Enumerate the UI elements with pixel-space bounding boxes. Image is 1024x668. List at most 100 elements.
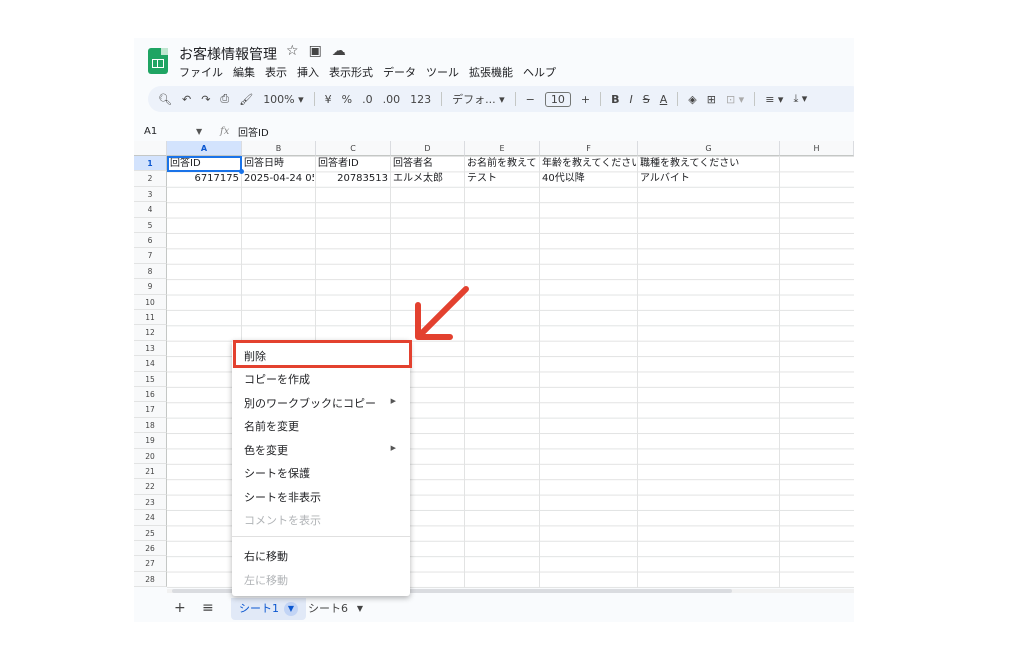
chevron-down-icon[interactable]: ▼ (284, 602, 298, 616)
cell-d2[interactable]: エルメ太郎 (393, 171, 463, 186)
chevron-down-icon[interactable]: ▼ (196, 127, 202, 136)
font-select[interactable]: デフォ... ▾ (452, 91, 505, 107)
add-sheet-icon[interactable]: + (174, 600, 186, 616)
row-header-4[interactable]: 4 (134, 202, 167, 218)
cell-d1[interactable]: 回答者名 (393, 156, 463, 171)
menu-file[interactable]: ファイル (179, 64, 223, 80)
paint-format-icon[interactable]: 🖌︎ (239, 93, 253, 106)
row-header-7[interactable]: 7 (134, 248, 167, 264)
cell-g1[interactable]: 職種を教えてください (640, 156, 778, 171)
menu-help[interactable]: ヘルプ (523, 64, 556, 80)
menu-format[interactable]: 表示形式 (329, 64, 373, 80)
column-header-e[interactable]: E (465, 141, 540, 156)
menu-item-move-right[interactable]: 右に移動 (244, 548, 404, 564)
zoom-select[interactable]: 100% ▾ (263, 93, 303, 106)
row-header-24[interactable]: 24 (134, 510, 167, 526)
cell-c1[interactable]: 回答者ID (318, 156, 389, 171)
menu-item-protect-sheet[interactable]: シートを保護 (244, 465, 404, 481)
strikethrough-button[interactable]: S (643, 93, 650, 106)
row-header-15[interactable]: 15 (134, 371, 167, 387)
formula-input[interactable]: 回答ID (238, 124, 269, 139)
search-icon[interactable]: 🔍︎ (158, 93, 172, 106)
row-header-27[interactable]: 27 (134, 556, 167, 572)
row-header-14[interactable]: 14 (134, 356, 167, 372)
select-all-corner[interactable] (134, 141, 167, 156)
row-header-16[interactable]: 16 (134, 387, 167, 403)
row-header-18[interactable]: 18 (134, 417, 167, 434)
increase-decimal-button[interactable]: .00 (383, 93, 401, 106)
menu-item-duplicate[interactable]: コピーを作成 (244, 371, 404, 387)
text-color-button[interactable]: A (660, 93, 668, 106)
document-title[interactable]: お客様情報管理 (179, 44, 277, 64)
row-header-8[interactable]: 8 (134, 263, 167, 280)
row-header-26[interactable]: 26 (134, 541, 167, 557)
star-icon[interactable]: ☆ (286, 43, 299, 59)
cloud-status-icon[interactable]: ☁ (332, 43, 346, 59)
cell-b2[interactable]: 2025-04-24 05:2 (244, 171, 314, 186)
column-header-a[interactable]: A (167, 141, 242, 156)
menu-item-change-color[interactable]: 色を変更 ▶ (244, 442, 404, 458)
fill-color-icon[interactable]: ◈ (688, 93, 696, 106)
row-header-25[interactable]: 25 (134, 525, 167, 541)
row-header-12[interactable]: 12 (134, 325, 167, 341)
row-header-22[interactable]: 22 (134, 479, 167, 495)
font-size-input[interactable]: 10 (544, 91, 571, 107)
bold-button[interactable]: B (611, 93, 619, 106)
borders-icon[interactable]: ⊞ (707, 93, 716, 106)
row-header-1[interactable]: 1 (134, 156, 167, 172)
all-sheets-icon[interactable]: ≡ (202, 600, 214, 616)
column-header-h[interactable]: H (780, 141, 854, 156)
cell-e2[interactable]: テスト (467, 171, 538, 186)
row-header-2[interactable]: 2 (134, 171, 167, 187)
merge-cells-icon[interactable]: ⊡ ▾ (726, 93, 744, 106)
menu-data[interactable]: データ (383, 64, 416, 80)
currency-button[interactable]: ¥ (325, 93, 332, 106)
italic-button[interactable]: I (629, 93, 632, 106)
menu-extensions[interactable]: 拡張機能 (469, 64, 513, 80)
sheet-tab-6[interactable]: シート6 ▼ (300, 598, 375, 620)
sheets-logo-icon[interactable] (148, 48, 168, 74)
cell-f1[interactable]: 年齢を教えてください (542, 156, 636, 171)
menu-item-rename[interactable]: 名前を変更 (244, 418, 404, 434)
menu-edit[interactable]: 編集 (233, 64, 255, 80)
cell-g2[interactable]: アルバイト (640, 171, 778, 186)
row-header-19[interactable]: 19 (134, 433, 167, 449)
vertical-align-icon[interactable]: ⤓ ▾ (793, 92, 807, 106)
row-header-9[interactable]: 9 (134, 279, 167, 295)
menu-item-copy-to[interactable]: 別のワークブックにコピー ▶ (244, 395, 404, 411)
row-header-11[interactable]: 11 (134, 310, 167, 326)
column-header-g[interactable]: G (638, 141, 780, 156)
row-header-5[interactable]: 5 (134, 217, 167, 233)
number-format-button[interactable]: 123 (410, 93, 431, 106)
name-box[interactable]: A1 (144, 126, 157, 137)
row-header-13[interactable]: 13 (134, 340, 167, 357)
menu-item-hide-sheet[interactable]: シートを非表示 (244, 489, 404, 505)
chevron-down-icon[interactable]: ▼ (353, 602, 367, 616)
row-header-17[interactable]: 17 (134, 402, 167, 418)
cell-f2[interactable]: 40代以降 (542, 171, 636, 186)
row-header-3[interactable]: 3 (134, 186, 167, 203)
undo-icon[interactable]: ↶ (182, 93, 191, 106)
cell-e1[interactable]: お名前を教えて (467, 156, 538, 171)
redo-icon[interactable]: ↷ (201, 93, 210, 106)
move-folder-icon[interactable]: ▣ (309, 43, 322, 59)
row-header-21[interactable]: 21 (134, 464, 167, 480)
row-header-10[interactable]: 10 (134, 294, 167, 310)
row-header-6[interactable]: 6 (134, 233, 167, 249)
column-header-d[interactable]: D (391, 141, 465, 156)
row-header-28[interactable]: 28 (134, 571, 167, 588)
sheet-tab-1[interactable]: シート1 ▼ (231, 598, 306, 620)
row-header-20[interactable]: 20 (134, 448, 167, 464)
font-size-increase-button[interactable]: + (581, 93, 590, 106)
column-header-b[interactable]: B (242, 141, 316, 156)
column-header-f[interactable]: F (540, 141, 638, 156)
menu-tools[interactable]: ツール (426, 64, 459, 80)
menu-insert[interactable]: 挿入 (297, 64, 319, 80)
decrease-decimal-button[interactable]: .0 (362, 93, 373, 106)
percent-button[interactable]: % (342, 93, 352, 106)
cell-a2[interactable]: 6717175 (170, 171, 239, 186)
menu-view[interactable]: 表示 (265, 64, 287, 80)
horizontal-align-icon[interactable]: ≡ ▾ (765, 93, 783, 106)
cell-b1[interactable]: 回答日時 (244, 156, 314, 171)
cell-c2[interactable]: 20783513 (318, 171, 388, 186)
